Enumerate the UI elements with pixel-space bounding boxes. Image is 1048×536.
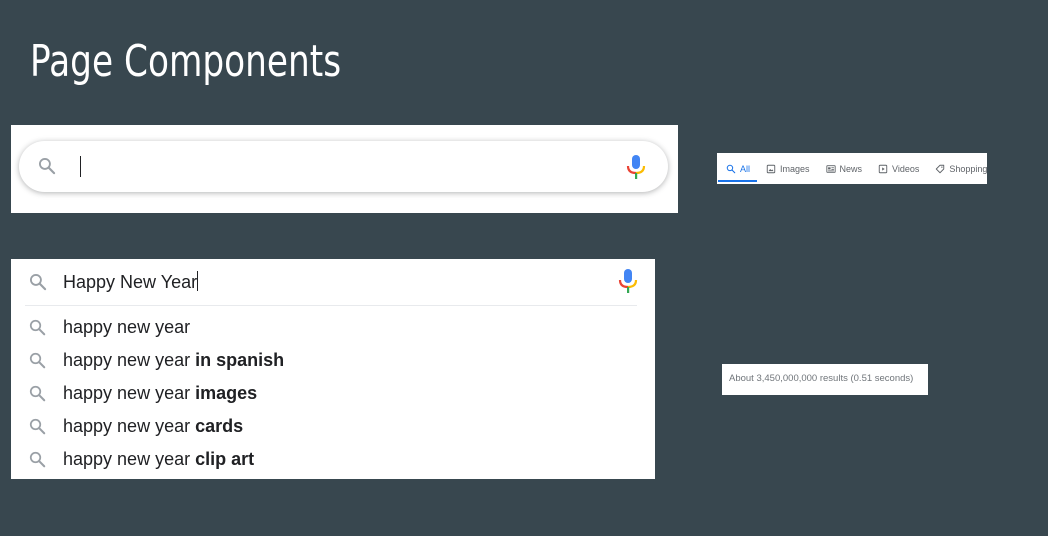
- slide-title: Page Components: [30, 36, 342, 87]
- suggestion-item[interactable]: happy new year: [11, 311, 655, 344]
- tag-icon: [936, 164, 945, 173]
- result-stats: About 3,450,000,000 results (0.51 second…: [722, 364, 928, 395]
- suggestion-item[interactable]: happy new year clip art: [11, 443, 655, 476]
- tab-label: All: [740, 163, 751, 174]
- search-icon: [29, 418, 46, 435]
- text-caret: [197, 271, 199, 291]
- microphone-icon[interactable]: [617, 268, 639, 294]
- divider: [25, 305, 637, 306]
- query-text: Happy New Year: [63, 271, 199, 293]
- empty-search-panel: [11, 125, 678, 213]
- tab-shopping[interactable]: Shopping: [926, 153, 994, 184]
- tab-all[interactable]: All: [717, 153, 758, 184]
- suggestion-base: happy new year: [63, 416, 196, 436]
- suggestion-base: happy new year: [63, 449, 196, 469]
- tab-label: Videos: [892, 163, 920, 174]
- tab-images[interactable]: Images: [757, 153, 817, 184]
- suggestion-bold: images: [195, 383, 258, 403]
- suggestion-text: happy new year cards: [63, 416, 243, 437]
- suggestion-text: happy new year clip art: [63, 449, 254, 470]
- microphone-icon[interactable]: [625, 154, 647, 180]
- suggestion-item[interactable]: happy new year cards: [11, 410, 655, 443]
- suggestion-bold: cards: [195, 416, 244, 436]
- play-icon: [878, 164, 888, 173]
- search-icon: [726, 164, 736, 173]
- news-icon: [825, 164, 836, 173]
- suggestion-text: happy new year: [63, 317, 190, 338]
- query-value: Happy New Year: [63, 272, 198, 292]
- text-caret: [80, 156, 81, 177]
- tab-label: Images: [780, 163, 810, 174]
- suggestion-text: happy new year in spanish: [63, 350, 284, 371]
- suggestion-item[interactable]: happy new year in spanish: [11, 344, 655, 377]
- suggestion-list: happy new year happy new year in spanish…: [11, 311, 655, 476]
- suggestion-item[interactable]: happy new year images: [11, 377, 655, 410]
- suggestion-base: happy new year: [63, 317, 191, 337]
- search-tabs: All Images News Videos Shopping: [717, 153, 987, 184]
- tab-news[interactable]: News: [817, 153, 870, 184]
- search-input[interactable]: [19, 141, 668, 192]
- search-icon: [29, 274, 47, 291]
- tab-videos[interactable]: Videos: [869, 153, 926, 184]
- search-icon: [29, 385, 46, 402]
- suggestion-base: happy new year: [63, 350, 196, 370]
- tab-label: Shopping: [949, 163, 988, 174]
- tab-label: News: [839, 163, 863, 174]
- suggestion-base: happy new year: [63, 383, 196, 403]
- suggestion-bold: in spanish: [195, 350, 285, 370]
- suggestion-bold: clip art: [195, 449, 255, 469]
- search-icon: [39, 158, 56, 175]
- autocomplete-panel: Happy New Year happy new year happy new …: [11, 259, 655, 479]
- search-icon: [29, 451, 46, 468]
- image-icon: [766, 164, 776, 173]
- suggestion-text: happy new year images: [63, 383, 257, 404]
- search-icon: [29, 352, 46, 369]
- search-input[interactable]: Happy New Year: [11, 259, 655, 305]
- search-icon: [29, 319, 46, 336]
